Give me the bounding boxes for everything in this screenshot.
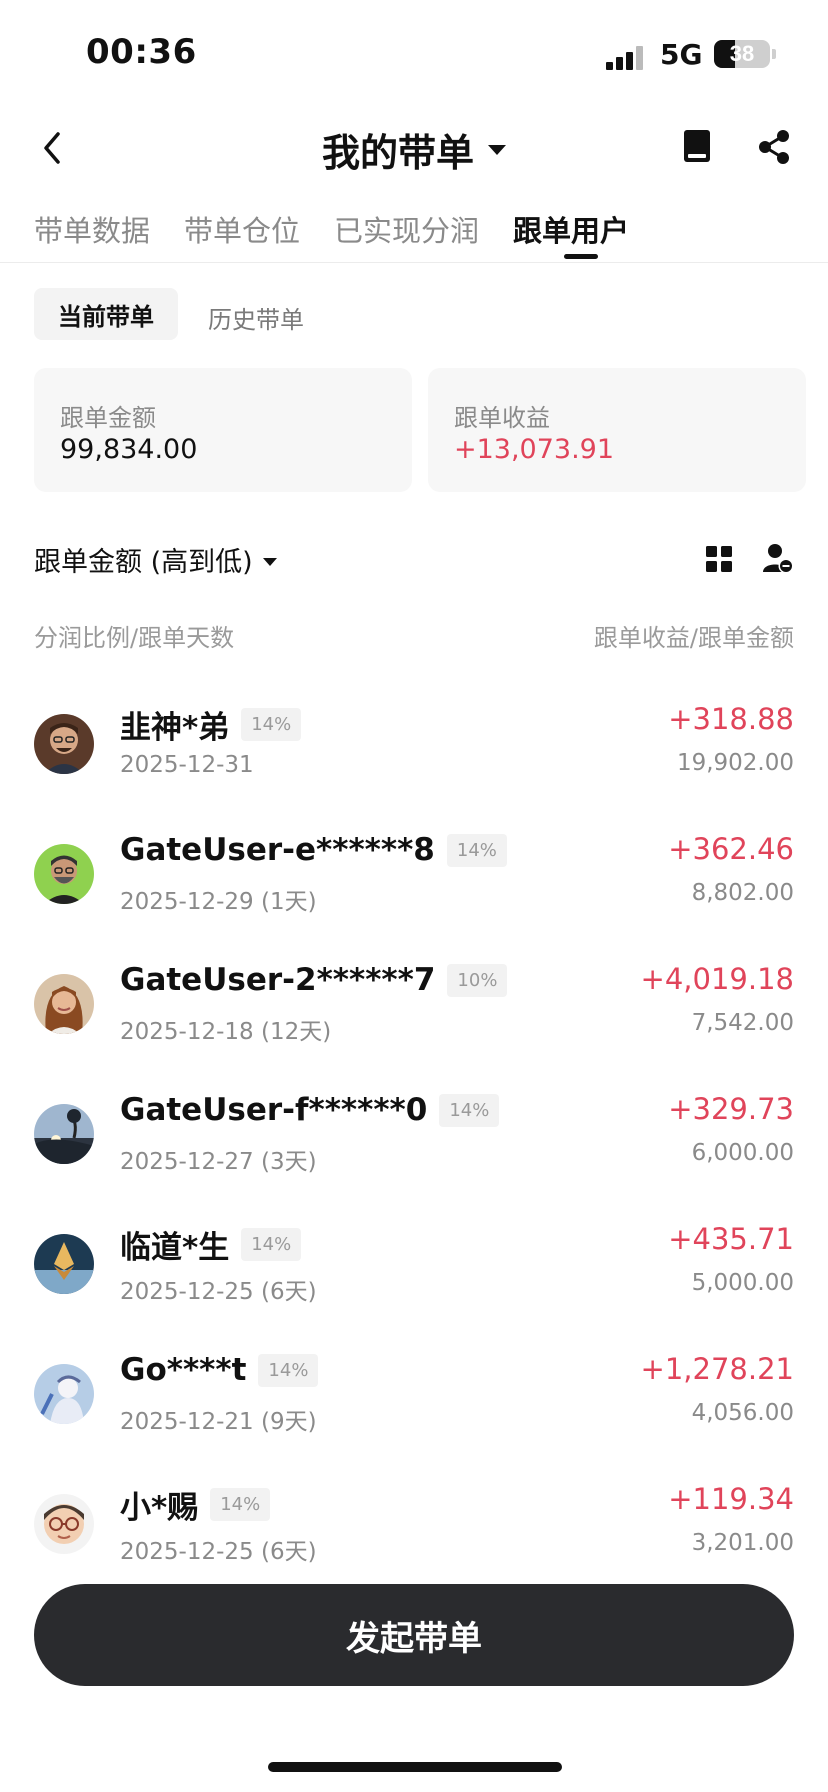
follower-row[interactable]: 韭神*弟 14% 2025-12-31 +318.88 19,902.00	[0, 680, 828, 810]
tab-bar: 带单数据 带单仓位 已实现分润 跟单用户	[34, 208, 629, 250]
tab-followers[interactable]: 跟单用户	[513, 208, 629, 250]
summary-card-amount: 跟单金额 99,834.00	[34, 368, 412, 492]
avatar	[34, 1104, 94, 1164]
follower-row[interactable]: 临道*生 14% 2025-12-25 (6天) +435.71 5,000.0…	[0, 1200, 828, 1330]
chevron-down-icon	[262, 557, 277, 566]
tab-realized-profit-share[interactable]: 已实现分润	[334, 208, 479, 250]
follower-amount: 8,802.00	[691, 880, 794, 906]
follower-profit: +435.71	[668, 1222, 794, 1256]
follower-amount: 7,542.00	[691, 1010, 794, 1036]
chevron-down-icon	[488, 144, 506, 155]
follower-profit: +362.46	[668, 832, 794, 866]
sort-label: 跟单金额 (高到低)	[34, 547, 253, 578]
network-type: 5G	[660, 38, 703, 71]
follower-profit: +329.73	[668, 1092, 794, 1126]
follower-row[interactable]: GateUser-2******7 10% 2025-12-18 (12天) +…	[0, 940, 828, 1070]
follower-row[interactable]: 小*赐 14% 2025-12-25 (6天) +119.34 3,201.00	[0, 1460, 828, 1590]
profit-share-badge: 14%	[439, 1093, 500, 1127]
grid-view-icon[interactable]	[706, 546, 732, 572]
remove-user-icon[interactable]	[762, 542, 794, 574]
summary-amount-label: 跟单金额	[60, 404, 156, 432]
follower-amount: 19,902.00	[676, 750, 794, 776]
active-tab-indicator	[564, 254, 598, 259]
battery-tip	[772, 49, 776, 59]
follower-row[interactable]: Go****t 14% 2025-12-21 (9天) +1,278.21 4,…	[0, 1330, 828, 1460]
summary-card-profit: 跟单收益 +13,073.91	[428, 368, 806, 492]
summary-profit-label: 跟单收益	[454, 404, 550, 432]
avatar	[34, 714, 94, 774]
follower-amount: 4,056.00	[691, 1400, 794, 1426]
profit-share-badge: 14%	[446, 833, 507, 867]
summary-profit-value: +13,073.91	[454, 434, 615, 465]
follower-profit: +119.34	[668, 1482, 794, 1516]
follower-profit: +318.88	[668, 702, 794, 736]
profit-share-badge: 14%	[258, 1353, 319, 1387]
status-time: 00:36	[86, 32, 197, 72]
follower-name: 韭神*弟	[120, 710, 230, 746]
follower-profit: +1,278.21	[640, 1352, 794, 1386]
column-header-right: 跟单收益/跟单金额	[593, 624, 794, 652]
follow-date: 2025-12-21 (9天)	[120, 1409, 317, 1435]
follower-name: GateUser-f******0	[120, 1092, 428, 1128]
profit-share-badge: 14%	[241, 708, 302, 741]
follower-name: GateUser-2******7	[120, 962, 436, 998]
follow-date: 2025-12-29 (1天)	[120, 889, 317, 915]
subtab-history[interactable]: 历史带单	[208, 300, 304, 335]
follower-name: 小*赐	[120, 1490, 199, 1526]
sort-dropdown[interactable]: 跟单金额 (高到低)	[34, 540, 277, 579]
avatar	[34, 1494, 94, 1554]
avatar	[34, 1364, 94, 1424]
follow-date: 2025-12-27 (3天)	[120, 1149, 317, 1175]
follower-name: Go****t	[120, 1352, 247, 1388]
follow-date: 2025-12-31	[120, 752, 254, 778]
profit-share-badge: 14%	[241, 1228, 302, 1261]
page-title: 我的带单	[321, 131, 474, 175]
follower-name: 临道*生	[120, 1230, 230, 1266]
profit-share-badge: 14%	[210, 1488, 271, 1521]
profit-share-badge: 10%	[447, 963, 508, 997]
follow-date: 2025-12-18 (12天)	[120, 1019, 332, 1045]
battery-icon: 38	[714, 40, 770, 68]
tab-divider	[0, 262, 828, 263]
follower-amount: 6,000.00	[691, 1140, 794, 1166]
avatar	[34, 974, 94, 1034]
follower-row[interactable]: GateUser-f******0 14% 2025-12-27 (3天) +3…	[0, 1070, 828, 1200]
tab-copy-data[interactable]: 带单数据	[34, 208, 150, 250]
avatar	[34, 1234, 94, 1294]
launch-copy-trade-button[interactable]: 发起带单	[34, 1584, 794, 1686]
tab-copy-positions[interactable]: 带单仓位	[184, 208, 300, 250]
home-indicator	[268, 1762, 562, 1772]
avatar	[34, 844, 94, 904]
subtab-current[interactable]: 当前带单	[34, 288, 178, 340]
signal-icon	[606, 42, 648, 70]
follower-row[interactable]: GateUser-e******8 14% 2025-12-29 (1天) +3…	[0, 810, 828, 940]
follower-amount: 5,000.00	[691, 1270, 794, 1296]
book-icon[interactable]	[682, 128, 712, 164]
follow-date: 2025-12-25 (6天)	[120, 1279, 317, 1305]
share-icon[interactable]	[756, 128, 792, 166]
battery-level: 38	[729, 41, 755, 66]
follow-date: 2025-12-25 (6天)	[120, 1539, 317, 1565]
column-header-left: 分润比例/跟单天数	[34, 624, 235, 652]
follower-profit: +4,019.18	[640, 962, 794, 996]
follower-amount: 3,201.00	[691, 1530, 794, 1556]
summary-amount-value: 99,834.00	[60, 434, 198, 465]
follower-name: GateUser-e******8	[120, 832, 435, 868]
